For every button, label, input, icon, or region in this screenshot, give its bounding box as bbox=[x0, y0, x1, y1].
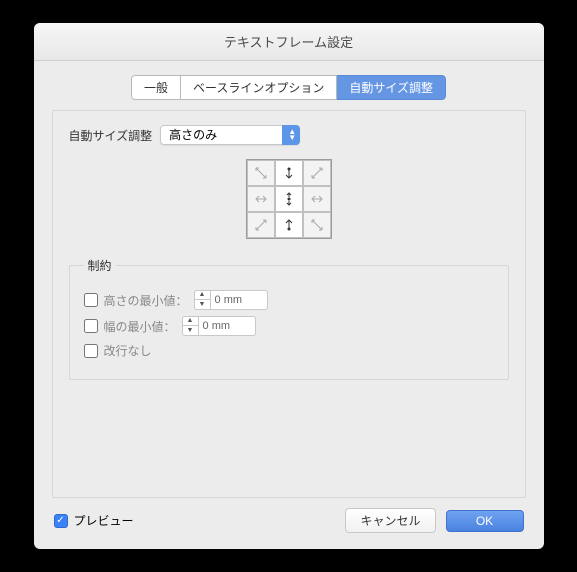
min-width-spinner[interactable]: ▲ ▼ bbox=[182, 316, 256, 336]
anchor-icon bbox=[282, 218, 296, 232]
anchor-top-left bbox=[247, 160, 275, 186]
stepper-up-icon[interactable]: ▲ bbox=[195, 290, 210, 300]
min-width-checkbox[interactable] bbox=[84, 319, 98, 333]
anchor-icon bbox=[282, 192, 296, 206]
stepper-down-icon[interactable]: ▼ bbox=[195, 300, 210, 310]
anchor-icon bbox=[254, 166, 268, 180]
tab-group: 一般 ベースラインオプション 自動サイズ調整 bbox=[52, 75, 526, 100]
anchor-icon bbox=[310, 166, 324, 180]
constraints-legend: 制約 bbox=[84, 257, 116, 274]
anchor-grid bbox=[69, 159, 509, 239]
autosize-row: 自動サイズ調整 高さのみ ▲▼ bbox=[69, 125, 509, 145]
tab-autosize[interactable]: 自動サイズ調整 bbox=[337, 75, 446, 100]
autosize-panel: 自動サイズ調整 高さのみ ▲▼ bbox=[52, 110, 526, 498]
anchor-icon bbox=[254, 218, 268, 232]
min-height-checkbox[interactable] bbox=[84, 293, 98, 307]
min-width-label: 幅の最小値： bbox=[104, 318, 176, 335]
anchor-icon bbox=[254, 192, 268, 206]
anchor-top-right bbox=[303, 160, 331, 186]
constraints-fieldset: 制約 高さの最小値： ▲ ▼ 幅の最小値： bbox=[69, 257, 509, 380]
dialog-window: テキストフレーム設定 一般 ベースラインオプション 自動サイズ調整 自動サイズ調… bbox=[34, 23, 544, 549]
anchor-center[interactable] bbox=[275, 186, 303, 212]
min-height-input[interactable] bbox=[211, 294, 267, 306]
anchor-icon bbox=[310, 218, 324, 232]
dialog-footer: ✓ プレビュー キャンセル OK bbox=[52, 508, 526, 533]
anchor-bottom-left bbox=[247, 212, 275, 238]
stepper-down-icon[interactable]: ▼ bbox=[183, 326, 198, 336]
stepper-up-icon[interactable]: ▲ bbox=[183, 316, 198, 326]
dialog-title: テキストフレーム設定 bbox=[224, 32, 353, 51]
anchor-top-center[interactable] bbox=[275, 160, 303, 186]
anchor-icon bbox=[310, 192, 324, 206]
min-width-row: 幅の最小値： ▲ ▼ bbox=[84, 316, 494, 336]
anchor-bottom-right bbox=[303, 212, 331, 238]
cancel-button[interactable]: キャンセル bbox=[345, 508, 435, 533]
anchor-mid-right bbox=[303, 186, 331, 212]
titlebar: テキストフレーム設定 bbox=[34, 23, 544, 61]
autosize-select[interactable]: 高さのみ ▲▼ bbox=[160, 125, 300, 145]
dialog-content: 一般 ベースラインオプション 自動サイズ調整 自動サイズ調整 高さのみ ▲▼ bbox=[34, 61, 544, 549]
anchor-icon bbox=[282, 166, 296, 180]
ok-button[interactable]: OK bbox=[446, 510, 524, 532]
autosize-label: 自動サイズ調整 bbox=[69, 127, 153, 144]
tab-general[interactable]: 一般 bbox=[131, 75, 181, 100]
no-break-checkbox[interactable] bbox=[84, 344, 98, 358]
anchor-bottom-center[interactable] bbox=[275, 212, 303, 238]
min-height-label: 高さの最小値： bbox=[104, 292, 188, 309]
preview-label: プレビュー bbox=[74, 512, 134, 529]
min-height-row: 高さの最小値： ▲ ▼ bbox=[84, 290, 494, 310]
tab-baseline[interactable]: ベースラインオプション bbox=[181, 75, 337, 100]
preview-checkbox[interactable]: ✓ bbox=[54, 514, 68, 528]
no-break-row: 改行なし bbox=[84, 342, 494, 359]
anchor-mid-left bbox=[247, 186, 275, 212]
min-height-spinner[interactable]: ▲ ▼ bbox=[194, 290, 268, 310]
min-width-input[interactable] bbox=[199, 320, 255, 332]
no-break-label: 改行なし bbox=[104, 342, 152, 359]
